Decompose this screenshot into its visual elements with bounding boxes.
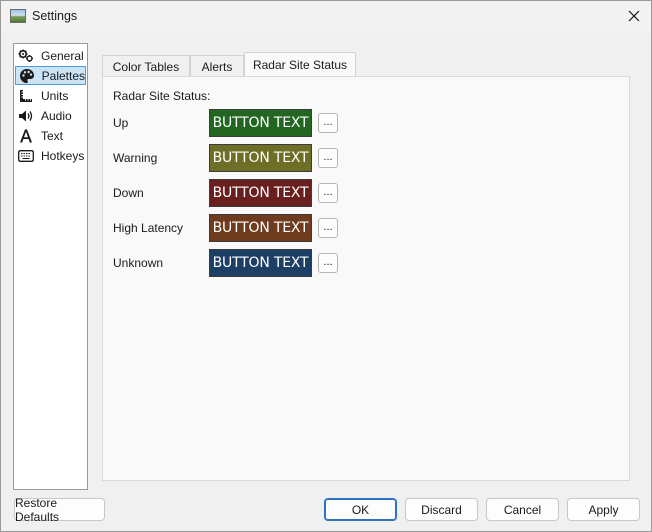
title-bar: Settings [1, 1, 651, 32]
apply-button[interactable]: Apply [567, 498, 640, 521]
restore-defaults-button[interactable]: Restore Defaults [14, 496, 105, 524]
tab-alerts[interactable]: Alerts [190, 55, 244, 77]
close-button[interactable] [621, 4, 647, 28]
sidebar-item-label: General [41, 48, 84, 63]
sidebar-item-text[interactable]: Text [15, 126, 86, 145]
row-label: High Latency [113, 221, 184, 235]
sidebar-item-hotkeys[interactable]: Hotkeys [15, 146, 86, 165]
color-button-high-latency[interactable]: BUTTON TEXT [209, 214, 312, 242]
row-label: Warning [113, 151, 158, 165]
tab-color-tables[interactable]: Color Tables [102, 55, 190, 77]
font-icon [17, 128, 35, 144]
status-row-warning: Warning BUTTON TEXT ... [103, 144, 631, 172]
sidebar-item-audio[interactable]: Audio [15, 106, 86, 125]
row-label: Down [113, 186, 144, 200]
sidebar-item-units[interactable]: Units [15, 86, 86, 105]
section-label: Radar Site Status: [113, 89, 211, 103]
sidebar-item-label: Hotkeys [41, 148, 85, 163]
sidebar-item-label: Audio [41, 108, 72, 123]
browse-color-button-down[interactable]: ... [318, 183, 338, 203]
sidebar-item-label: Palettes [41, 68, 85, 83]
keyboard-icon [17, 148, 35, 164]
settings-window: Settings General Palettes Units Audio Te… [0, 0, 652, 532]
sidebar-item-label: Text [41, 128, 64, 143]
tab-radar-site-status[interactable]: Radar Site Status [244, 52, 356, 77]
discard-button[interactable]: Discard [405, 498, 478, 521]
speaker-icon [17, 108, 35, 124]
sidebar-item-label: Units [41, 88, 69, 103]
row-label: Up [113, 116, 129, 130]
sidebar-item-palettes[interactable]: Palettes [15, 66, 86, 85]
settings-sidebar: General Palettes Units Audio Text Hotkey… [13, 43, 88, 490]
browse-color-button-up[interactable]: ... [318, 113, 338, 133]
color-button-down[interactable]: BUTTON TEXT [209, 179, 312, 207]
palette-icon [18, 68, 36, 84]
ruler-icon [17, 88, 35, 104]
sidebar-item-general[interactable]: General [15, 46, 86, 65]
status-row-high-latency: High Latency BUTTON TEXT ... [103, 214, 631, 242]
status-row-up: Up BUTTON TEXT ... [103, 109, 631, 137]
status-row-down: Down BUTTON TEXT ... [103, 179, 631, 207]
window-title: Settings [32, 9, 78, 23]
radar-site-status-panel: Radar Site Status: Up BUTTON TEXT ... Wa… [102, 76, 630, 481]
ok-button[interactable]: OK [324, 498, 397, 521]
cancel-button[interactable]: Cancel [486, 498, 559, 521]
row-label: Unknown [113, 256, 164, 270]
status-row-unknown: Unknown BUTTON TEXT ... [103, 249, 631, 277]
color-button-unknown[interactable]: BUTTON TEXT [209, 249, 312, 277]
gears-icon [17, 48, 35, 64]
browse-color-button-warning[interactable]: ... [318, 148, 338, 168]
app-icon [10, 9, 26, 23]
color-button-warning[interactable]: BUTTON TEXT [209, 144, 312, 172]
tab-bar: Color Tables Alerts Radar Site Status [102, 52, 630, 77]
browse-color-button-unknown[interactable]: ... [318, 253, 338, 273]
browse-color-button-high-latency[interactable]: ... [318, 218, 338, 238]
color-button-up[interactable]: BUTTON TEXT [209, 109, 312, 137]
close-icon [628, 10, 640, 22]
